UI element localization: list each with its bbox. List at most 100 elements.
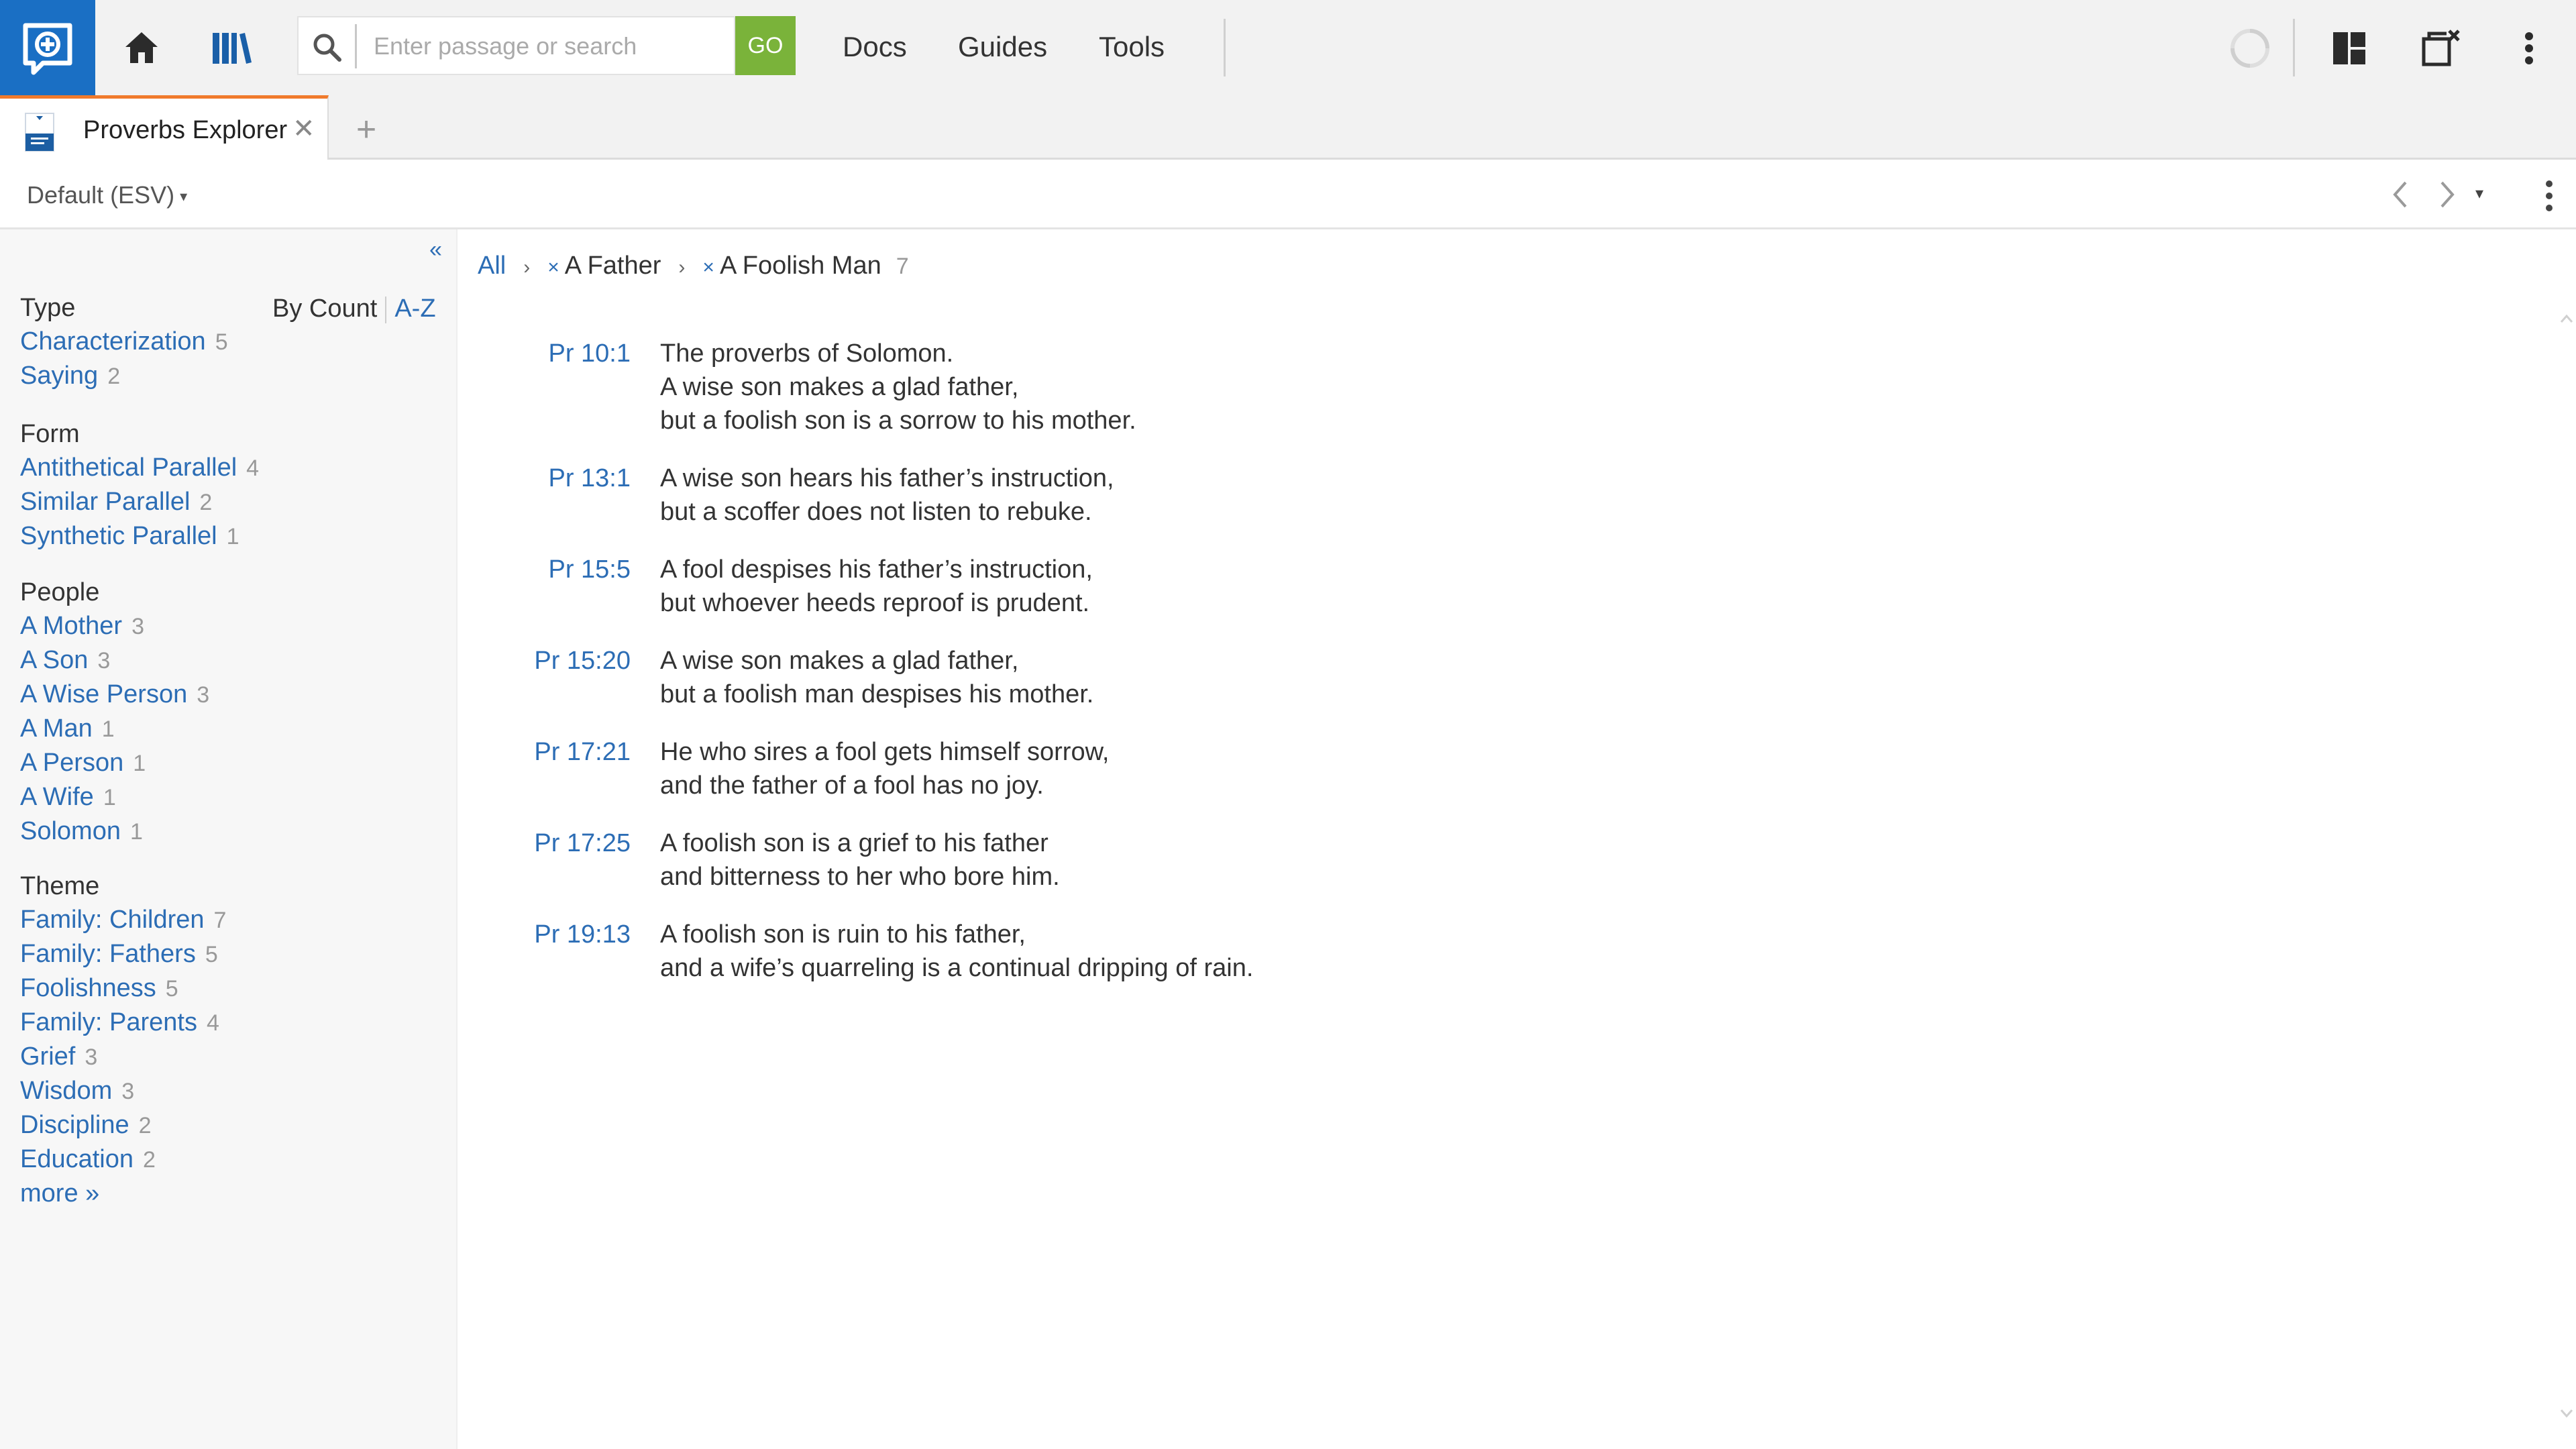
app-logo-button[interactable] (0, 0, 95, 95)
facet-count: 2 (143, 1147, 156, 1173)
remove-filter-icon[interactable]: × (702, 256, 714, 278)
facet-label[interactable]: A Son (20, 646, 88, 674)
facet-label[interactable]: A Man (20, 714, 93, 743)
verse-reference-link[interactable]: Pr 17:25 (534, 826, 631, 860)
forward-arrow-icon[interactable] (2432, 177, 2462, 212)
bible-version-dropdown[interactable]: Default (ESV) ▾ (27, 178, 187, 213)
verse-reference-link[interactable]: Pr 17:21 (534, 735, 631, 769)
tab-proverbs-explorer[interactable]: Proverbs Explorer ✕ (0, 95, 329, 160)
facet-label[interactable]: Solomon (20, 817, 121, 845)
go-button[interactable]: GO (735, 16, 796, 75)
facet-label[interactable]: Saying (20, 362, 98, 390)
verse-line: A fool despises his father’s instruction… (660, 555, 1093, 584)
facet-item[interactable]: A Mother 3 (20, 609, 209, 643)
verse-reference-link[interactable]: Pr 13:1 (548, 462, 631, 495)
search-icon[interactable] (308, 28, 345, 66)
filter-breadcrumb: All › × A Father › × A Foolish Man 7 (478, 248, 909, 285)
facet-item[interactable]: Discipline 2 (20, 1108, 226, 1142)
remove-filter-icon[interactable]: × (547, 256, 559, 278)
verse-line: The proverbs of Solomon. (660, 339, 954, 368)
result-count: 7 (896, 254, 909, 279)
facet-title: Type (20, 294, 76, 322)
verse-reference-link[interactable]: Pr 15:20 (534, 644, 631, 678)
facet-item[interactable]: Antithetical Parallel 4 (20, 451, 259, 485)
facet-label[interactable]: A Mother (20, 612, 122, 640)
nav-guides-link[interactable]: Guides (958, 25, 1047, 68)
bible-version-label: Default (ESV) (27, 181, 175, 209)
facet-label[interactable]: Family: Parents (20, 1008, 197, 1036)
facet-item[interactable]: Family: Fathers 5 (20, 937, 226, 971)
facet-item[interactable]: Solomon 1 (20, 814, 209, 849)
scroll-down-icon[interactable] (2560, 1409, 2573, 1418)
verse-row: Pr 13:1 A wise son hears his father’s in… (459, 462, 2069, 553)
facet-label[interactable]: Foolishness (20, 974, 156, 1002)
facet-item[interactable]: Characterization 5 (20, 325, 228, 359)
facet-item[interactable]: Foolishness 5 (20, 971, 226, 1006)
sync-button[interactable] (2222, 20, 2278, 76)
verse-line: but a foolish man despises his mother. (660, 680, 1094, 708)
history-dropdown-icon[interactable]: ▾ (2475, 184, 2496, 204)
facet-item[interactable]: Family: Parents 4 (20, 1006, 226, 1040)
facet-item[interactable]: Family: Children 7 (20, 903, 226, 937)
home-button[interactable] (111, 23, 172, 72)
tab-close-icon[interactable]: ✕ (292, 112, 315, 146)
facet-item[interactable]: Similar Parallel 2 (20, 485, 259, 519)
facet-item[interactable]: A Man 1 (20, 712, 209, 746)
more-themes-link[interactable]: more » (20, 1177, 226, 1210)
facet-label[interactable]: Wisdom (20, 1077, 112, 1105)
back-arrow-icon[interactable] (2385, 177, 2415, 212)
library-icon (213, 33, 252, 64)
collapse-sidebar-icon[interactable]: « (429, 236, 442, 263)
search-input[interactable] (374, 21, 722, 71)
facet-group-people: People A Mother 3 A Son 3 A Wise Person 3 A… (20, 576, 209, 849)
verse-reference-link[interactable]: Pr 15:5 (548, 553, 631, 586)
scroll-up-icon[interactable] (2560, 314, 2573, 323)
facet-item[interactable]: A Wise Person 3 (20, 678, 209, 712)
facet-item[interactable]: A Person 1 (20, 746, 209, 780)
new-tab-button[interactable]: + (349, 106, 384, 153)
verse-reference-link[interactable]: Pr 19:13 (534, 918, 631, 951)
facet-label[interactable]: Antithetical Parallel (20, 453, 237, 482)
facet-item[interactable]: A Son 3 (20, 643, 209, 678)
facet-item[interactable]: Synthetic Parallel 1 (20, 519, 259, 553)
facet-label[interactable]: Grief (20, 1042, 75, 1071)
layouts-button[interactable] (2321, 20, 2377, 76)
verse-text: A fool despises his father’s instruction… (660, 553, 1093, 620)
facet-label[interactable]: Synthetic Parallel (20, 522, 217, 550)
breadcrumb-all-link[interactable]: All (478, 252, 506, 280)
results-pane: All › × A Father › × A Foolish Man 7 Pr 10:1 Th… (459, 229, 2563, 1449)
facet-item[interactable]: A Wife 1 (20, 780, 209, 814)
library-button[interactable] (201, 23, 262, 72)
facet-count: 3 (97, 648, 111, 674)
tab-title: Proverbs Explorer (83, 116, 288, 144)
verse-reference-link[interactable]: Pr 10:1 (548, 337, 631, 370)
facet-label[interactable]: Family: Fathers (20, 940, 196, 968)
facet-item[interactable]: Saying 2 (20, 359, 228, 393)
verse-row: Pr 15:20 A wise son makes a glad father,… (459, 644, 2069, 735)
panel-menu-icon[interactable] (2536, 177, 2563, 215)
close-all-panels-button[interactable] (2411, 20, 2471, 76)
facet-item[interactable]: Wisdom 3 (20, 1074, 226, 1108)
facet-count: 3 (85, 1044, 98, 1070)
facet-item[interactable]: Grief 3 (20, 1040, 226, 1074)
facet-label[interactable]: Characterization (20, 327, 206, 356)
facet-label[interactable]: A Wise Person (20, 680, 187, 708)
facet-label[interactable]: Education (20, 1145, 133, 1173)
facet-item[interactable]: Education 2 (20, 1142, 226, 1177)
verse-text: He who sires a fool gets himself sorrow,… (660, 735, 1110, 802)
facet-label[interactable]: Similar Parallel (20, 488, 190, 516)
verse-row: Pr 19:13 A foolish son is ruin to his fa… (459, 918, 2069, 1009)
sort-by-count[interactable]: By Count (272, 294, 377, 323)
book-icon (25, 113, 54, 152)
layout-icon (2333, 32, 2365, 64)
verse-text: A foolish son is ruin to his father, and… (660, 918, 1253, 985)
nav-tools-link[interactable]: Tools (1099, 25, 1165, 68)
facet-count: 2 (138, 1113, 152, 1138)
facet-label[interactable]: Family: Children (20, 906, 205, 934)
app-menu-button[interactable] (2509, 20, 2549, 76)
facet-label[interactable]: Discipline (20, 1111, 129, 1139)
facet-label[interactable]: A Wife (20, 783, 94, 811)
facet-label[interactable]: A Person (20, 749, 123, 777)
nav-docs-link[interactable]: Docs (843, 25, 907, 68)
sort-a-z[interactable]: A-Z (394, 294, 435, 323)
